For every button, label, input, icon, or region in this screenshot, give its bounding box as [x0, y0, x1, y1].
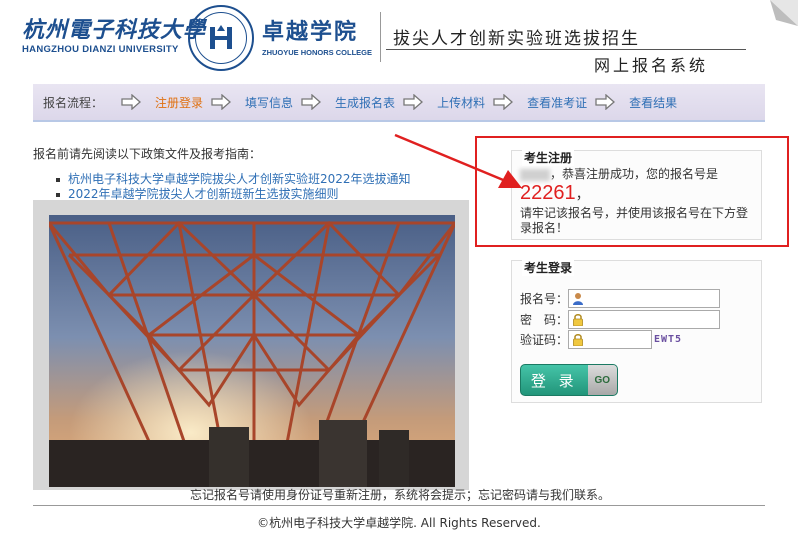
- username-row: 报名号：: [520, 289, 720, 308]
- captcha-image[interactable]: EWT5: [654, 334, 682, 345]
- login-button[interactable]: 登 录 GO: [520, 364, 618, 396]
- login-panel: 考生登录 报名号： 密 码： 验证码： EWT5 登 录 GO: [511, 259, 762, 403]
- step-view-results[interactable]: 查看结果: [629, 94, 677, 111]
- college-seal-icon: [188, 5, 254, 71]
- policy-links: 杭州电子科技大学卓越学院拔尖人才创新实验班2022年选拔通知 2022年卓越学院…: [56, 172, 411, 202]
- steps-label: 报名流程：: [43, 95, 104, 110]
- arrow-right-icon: [493, 94, 514, 110]
- banner-subtitle: 网上报名系统: [594, 56, 709, 75]
- registration-steps-bar: 报名流程： 注册登录 填写信息 生成报名表 上传材料 查看准考证 查看结果: [33, 84, 765, 122]
- university-name-cn: 杭州電子科技大學: [22, 17, 207, 43]
- captcha-row: 验证码： EWT5: [520, 330, 682, 349]
- intro-text: 报名前请先阅读以下政策文件及报考指南：: [33, 147, 262, 161]
- bullet-icon: [56, 192, 60, 197]
- header: 杭州電子科技大學 HANGZHOU DIANZI UNIVERSITY 卓越学院…: [0, 0, 798, 80]
- page-curl-icon: [770, 0, 798, 26]
- username-input[interactable]: [568, 289, 720, 308]
- user-icon: [573, 293, 583, 305]
- go-icon: GO: [587, 365, 617, 395]
- login-button-label: 登 录: [530, 371, 578, 390]
- college-name-en: ZHUOYUE HONORS COLLEGE: [262, 48, 373, 57]
- arrow-right-icon: [403, 94, 424, 110]
- captcha-label: 验证码：: [520, 333, 569, 347]
- arrow-right-icon: [211, 94, 232, 110]
- college-name-cn: 卓越学院: [262, 20, 359, 45]
- step-register-login[interactable]: 注册登录: [155, 94, 203, 111]
- step-view-admission-ticket[interactable]: 查看准考证: [527, 94, 587, 111]
- password-row: 密 码：: [520, 310, 720, 329]
- forgot-note: 忘记报名号请使用身份证号重新注册，系统将会提示；忘记密码请与我们联系。: [190, 488, 611, 502]
- password-input[interactable]: [568, 310, 720, 329]
- step-upload-materials[interactable]: 上传材料: [437, 94, 485, 111]
- campus-photo: [49, 215, 455, 487]
- lock-icon: [573, 334, 583, 346]
- policy-link-notice[interactable]: 杭州电子科技大学卓越学院拔尖人才创新实验班2022年选拔通知: [68, 172, 411, 187]
- banner-underline: [386, 49, 746, 50]
- list-item: 杭州电子科技大学卓越学院拔尖人才创新实验班2022年选拔通知: [56, 172, 411, 187]
- header-divider: [380, 12, 381, 62]
- lock-icon: [573, 314, 583, 326]
- arrow-right-icon: [595, 94, 616, 110]
- step-fill-info[interactable]: 填写信息: [245, 94, 293, 111]
- arrow-right-icon: [121, 94, 142, 110]
- banner-title: 拔尖人才创新实验班选拔招生: [393, 29, 640, 49]
- step-generate-form[interactable]: 生成报名表: [335, 94, 395, 111]
- bullet-icon: [56, 177, 60, 182]
- footer-divider: [33, 505, 765, 506]
- password-label: 密 码：: [520, 313, 569, 327]
- captcha-input[interactable]: [568, 330, 652, 349]
- university-name-en: HANGZHOU DIANZI UNIVERSITY: [22, 44, 179, 55]
- college-title: 卓越学院 ZHUOYUE HONORS COLLEGE: [262, 14, 372, 57]
- login-panel-title: 考生登录: [522, 259, 575, 276]
- highlight-box: [475, 136, 789, 247]
- arrow-right-icon: [301, 94, 322, 110]
- copyright: ©杭州电子科技大学卓越学院. All Rights Reserved.: [257, 516, 541, 530]
- username-label: 报名号：: [520, 292, 569, 306]
- university-logo: 杭州電子科技大學 HANGZHOU DIANZI UNIVERSITY: [22, 10, 205, 60]
